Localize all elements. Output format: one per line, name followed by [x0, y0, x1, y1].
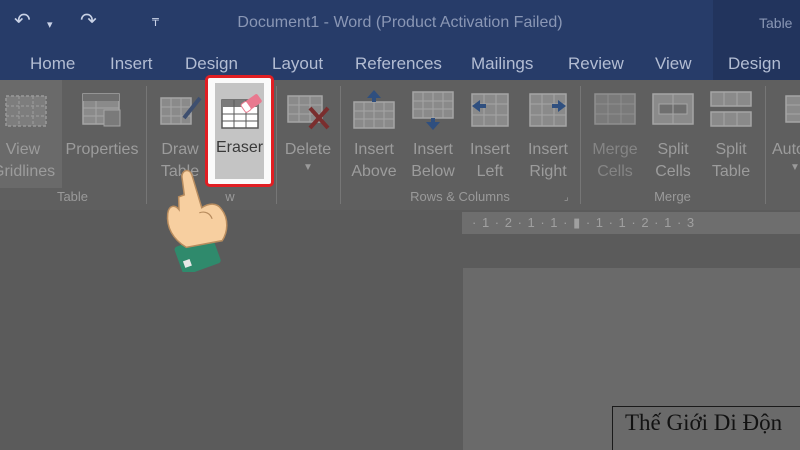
view-gridlines-label: View Gridlines — [0, 141, 56, 180]
eraser-label: Eraser — [215, 139, 264, 156]
split-cells-button[interactable]: Split Cells — [644, 80, 702, 188]
insert-below-label: Insert Below — [411, 141, 455, 180]
gridlines-icon — [5, 95, 47, 127]
split-table-button[interactable]: Split Table — [702, 80, 760, 188]
rows-columns-dialog-launcher-icon[interactable]: ⌟ — [564, 192, 569, 203]
tab-mailings[interactable]: Mailings — [471, 54, 533, 74]
ruler-markings: · 1 · 2 · 1 · 1 · ▮ · 1 · 1 · 2 · 1 · 3 — [472, 215, 696, 230]
autofit-dropdown-icon: ▼ — [790, 162, 800, 173]
insert-right-label: Insert Right — [527, 141, 568, 180]
contextual-tab-header: Table — [713, 0, 800, 46]
insert-right-button[interactable]: Insert Right — [519, 80, 577, 188]
ribbon-tabs: Home Insert Design Layout References Mai… — [0, 46, 800, 80]
properties-button[interactable]: Properties — [62, 80, 142, 188]
group-separator — [340, 86, 341, 204]
delete-dropdown-icon: ▼ — [303, 162, 313, 173]
insert-left-button[interactable]: Insert Left — [462, 80, 518, 188]
properties-label: Properties — [65, 141, 139, 158]
delete-table-icon — [287, 95, 330, 130]
split-table-label: Split Table — [711, 141, 751, 180]
insert-below-icon — [412, 91, 454, 130]
split-cells-icon — [652, 93, 694, 125]
group-separator — [146, 86, 147, 204]
autofit-button[interactable]: Auto ▼ — [768, 80, 800, 188]
group-separator — [765, 86, 766, 204]
tab-insert[interactable]: Insert — [110, 54, 153, 74]
table-cell-text: Thế Giới Di Độn — [625, 410, 783, 435]
delete-button[interactable]: Delete ▼ — [278, 80, 338, 188]
insert-above-icon — [353, 90, 395, 129]
view-gridlines-button[interactable]: View Gridlines — [0, 80, 62, 188]
contextual-tab-title: Table — [759, 15, 793, 31]
insert-above-button[interactable]: Insert Above — [345, 80, 403, 188]
title-bar: ↶ ▾ ↷ ₸ Document1 - Word (Product Activa… — [0, 0, 800, 46]
delete-label: Delete — [284, 141, 332, 158]
insert-left-label: Insert Left — [469, 141, 510, 180]
split-cells-label: Split Cells — [655, 141, 691, 180]
ribbon: View Gridlines Properties Table Draw Tab… — [0, 80, 800, 210]
group-label-rows-columns: Rows & Columns — [410, 189, 510, 204]
window-title: Document1 - Word (Product Activation Fai… — [237, 14, 563, 31]
merge-cells-button[interactable]: Merge Cells — [586, 80, 644, 188]
tab-layout[interactable]: Layout — [272, 54, 323, 74]
autofit-label: Auto — [772, 141, 800, 158]
tab-review[interactable]: Review — [568, 54, 624, 74]
eraser-icon — [221, 94, 262, 129]
insert-below-button[interactable]: Insert Below — [404, 80, 462, 188]
draw-table-icon — [160, 96, 202, 125]
merge-cells-icon — [594, 93, 636, 125]
group-label-table: Table — [56, 189, 89, 204]
tab-design[interactable]: Design — [185, 54, 238, 74]
group-separator — [276, 86, 277, 204]
table-cell[interactable]: Thế Giới Di Độn — [612, 406, 800, 450]
merge-cells-label: Merge Cells — [592, 141, 638, 180]
tab-table-design[interactable]: Design — [728, 54, 781, 74]
group-separator — [580, 86, 581, 204]
table-properties-icon — [82, 93, 121, 127]
group-label-merge: Merge — [654, 189, 691, 204]
horizontal-ruler[interactable]: · 1 · 2 · 1 · 1 · ▮ · 1 · 1 · 2 · 1 · 3 — [462, 212, 800, 234]
insert-left-icon — [471, 93, 509, 127]
pointing-hand-icon — [166, 169, 228, 272]
tab-home[interactable]: Home — [30, 54, 75, 74]
autofit-icon — [785, 95, 800, 123]
tab-references[interactable]: References — [355, 54, 442, 74]
insert-above-label: Insert Above — [351, 141, 397, 180]
split-table-icon — [710, 91, 752, 127]
insert-right-icon — [529, 93, 567, 127]
tab-view[interactable]: View — [655, 54, 692, 74]
